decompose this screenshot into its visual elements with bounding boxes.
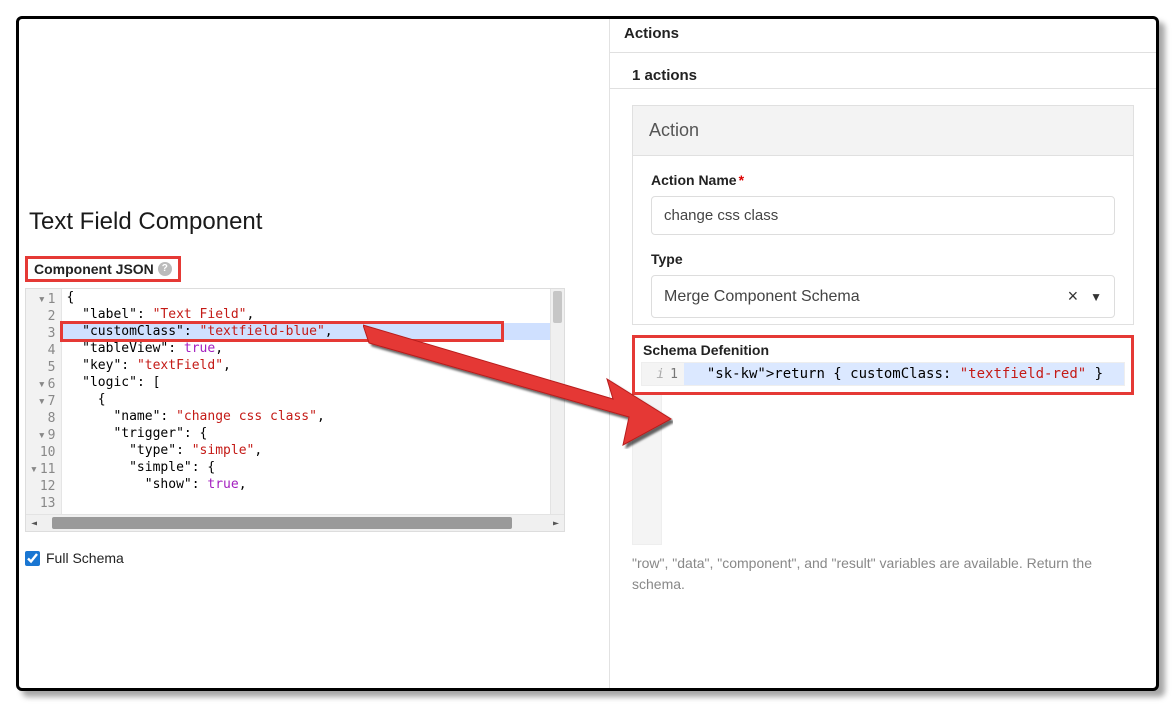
- full-schema-checkbox[interactable]: [25, 551, 40, 566]
- vertical-scroll-thumb[interactable]: [553, 291, 562, 323]
- full-schema-checkbox-wrap[interactable]: Full Schema: [25, 550, 603, 566]
- component-json-editor[interactable]: ▾12345▾6▾78▾910▾111213 { "label": "Text …: [25, 288, 565, 532]
- vertical-scrollbar[interactable]: [550, 289, 564, 514]
- app-frame: Text Field Component Component JSON ? ▾1…: [16, 16, 1159, 691]
- actions-count: 1 actions: [610, 53, 1156, 89]
- scroll-right-icon[interactable]: ►: [548, 515, 564, 531]
- action-name-input[interactable]: [651, 196, 1115, 235]
- required-asterisk: *: [739, 172, 744, 188]
- component-json-label-highlight: Component JSON ?: [25, 256, 181, 282]
- scroll-left-icon[interactable]: ◄: [26, 515, 42, 531]
- schema-definition-highlight: Schema Defenition i1 "sk-kw">return { cu…: [632, 335, 1134, 395]
- schema-definition-label: Schema Defenition: [643, 342, 1125, 358]
- schema-editor-gutter-extension: [632, 395, 662, 545]
- action-card-header: Action: [633, 106, 1133, 156]
- horizontal-scrollbar[interactable]: ◄ ►: [26, 514, 564, 531]
- left-panel: Text Field Component Component JSON ? ▾1…: [19, 19, 609, 688]
- chevron-down-icon[interactable]: ▼: [1090, 290, 1102, 304]
- schema-helper-text: "row", "data", "component", and "result"…: [632, 545, 1134, 595]
- help-icon[interactable]: ?: [158, 262, 172, 276]
- type-select-value: Merge Component Schema: [664, 288, 860, 306]
- info-icon: i: [656, 367, 664, 382]
- type-label: Type: [651, 251, 1115, 267]
- clear-icon[interactable]: ×: [1068, 286, 1079, 307]
- schema-editor[interactable]: i1 "sk-kw">return { customClass: "textfi…: [641, 362, 1125, 386]
- page-title: Text Field Component: [29, 208, 603, 236]
- actions-title: Actions: [624, 25, 1142, 42]
- component-json-label: Component JSON: [34, 261, 154, 277]
- actions-panel-header: Actions: [610, 19, 1156, 53]
- type-select[interactable]: Merge Component Schema × ▼: [651, 275, 1115, 318]
- schema-gutter: i1: [642, 363, 684, 385]
- schema-code-line[interactable]: "sk-kw">return { customClass: "textfield…: [684, 363, 1124, 385]
- action-name-label: Action Name*: [651, 172, 1115, 188]
- action-card: Action Action Name* Type Merge Component…: [632, 105, 1134, 325]
- full-schema-label: Full Schema: [46, 550, 124, 566]
- code-lines[interactable]: { "label": "Text Field", "customClass": …: [62, 289, 564, 514]
- horizontal-scroll-thumb[interactable]: [52, 517, 512, 529]
- right-panel: Actions 1 actions Action Action Name* Ty…: [609, 19, 1156, 688]
- code-gutter: ▾12345▾6▾78▾910▾111213: [26, 289, 62, 514]
